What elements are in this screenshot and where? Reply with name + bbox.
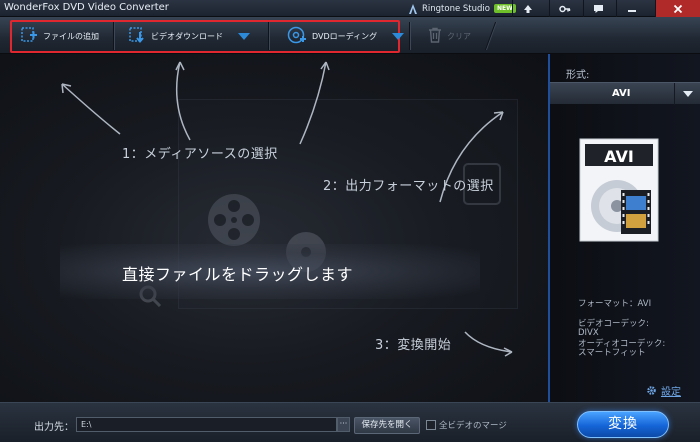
ringtone-studio-link[interactable]: Ringtone Studio NEW [408, 1, 516, 16]
bottom-bar: 出力先： E:\ ··· 保存先を開く 全ビデオのマージ 変換 [0, 402, 700, 442]
chevron-down-icon[interactable] [392, 32, 405, 40]
close-icon[interactable] [655, 0, 700, 17]
audio-codec-value: スマートフィット [578, 348, 646, 358]
add-file-label: ファイルの追加 [43, 31, 99, 41]
ringtone-icon [408, 3, 418, 15]
chevron-down-icon[interactable] [238, 32, 250, 40]
dvd-disc-icon [287, 26, 307, 46]
title-bar: WonderFox DVD Video Converter Ringtone S… [0, 0, 700, 17]
add-file-button[interactable]: ファイルの追加 [20, 23, 99, 49]
clear-button[interactable]: クリア [428, 23, 471, 49]
toolbar-divider [113, 22, 114, 50]
add-file-icon [20, 26, 38, 46]
toolbar-divider [409, 22, 410, 50]
toolbar: ファイルの追加 ビデオダウンロード DVDローディング クリア [0, 17, 700, 54]
clear-label: クリア [447, 31, 471, 41]
step3-text: 3：変換開始 [375, 338, 452, 353]
dvd-loading-button[interactable]: DVDローディング [287, 23, 405, 49]
output-path-field[interactable]: E:\ [76, 417, 337, 432]
video-codec-value: DIVX [578, 328, 599, 338]
avi-format-icon[interactable]: AVI [579, 138, 659, 242]
chevron-down-icon[interactable] [674, 83, 700, 105]
window-title: WonderFox DVD Video Converter [4, 2, 169, 13]
format-label: 形式: [566, 70, 590, 81]
key-icon[interactable] [549, 0, 579, 17]
download-icon [128, 26, 146, 46]
browse-button[interactable]: ··· [337, 417, 350, 432]
format-icon-text: AVI [604, 147, 634, 166]
ringtone-label: Ringtone Studio [422, 3, 490, 14]
merge-checkbox[interactable] [426, 420, 436, 430]
trash-icon [428, 27, 442, 45]
settings-label: 設定 [661, 387, 681, 398]
video-download-button[interactable]: ビデオダウンロード [128, 23, 250, 49]
toolbar-divider [484, 22, 497, 50]
format-selected-value: AVI [612, 88, 631, 99]
upload-icon[interactable] [512, 0, 542, 17]
output-label: 出力先： [34, 422, 74, 433]
gear-icon [647, 386, 656, 395]
settings-link[interactable]: 設定 [646, 383, 681, 398]
chat-icon[interactable] [583, 0, 613, 17]
toolbar-divider [268, 22, 269, 50]
video-download-label: ビデオダウンロード [151, 31, 223, 41]
merge-label: 全ビデオのマージ [439, 421, 507, 431]
drop-instruction: 直接ファイルをドラッグします [122, 265, 354, 284]
guide-arrows [61, 61, 513, 357]
step2-text: 2：出力フォーマットの選択 [323, 179, 494, 194]
dvd-loading-label: DVDローディング [312, 31, 378, 41]
minimize-icon[interactable] [616, 0, 646, 17]
open-folder-button[interactable]: 保存先を開く [354, 417, 420, 434]
file-drop-area[interactable]: 直接ファイルをドラッグします 1：メディアソースの選択 2：出力フォーマットの選… [0, 54, 548, 402]
format-panel: 形式: AVI AVI フォーマット：AVI ビデオコーデック: DIVX オー… [548, 54, 700, 402]
format-info: フォーマット：AVI [578, 299, 652, 309]
convert-button[interactable]: 変換 [577, 411, 669, 438]
step1-text: 1：メディアソースの選択 [122, 147, 278, 162]
format-dropdown[interactable]: AVI [550, 82, 700, 105]
